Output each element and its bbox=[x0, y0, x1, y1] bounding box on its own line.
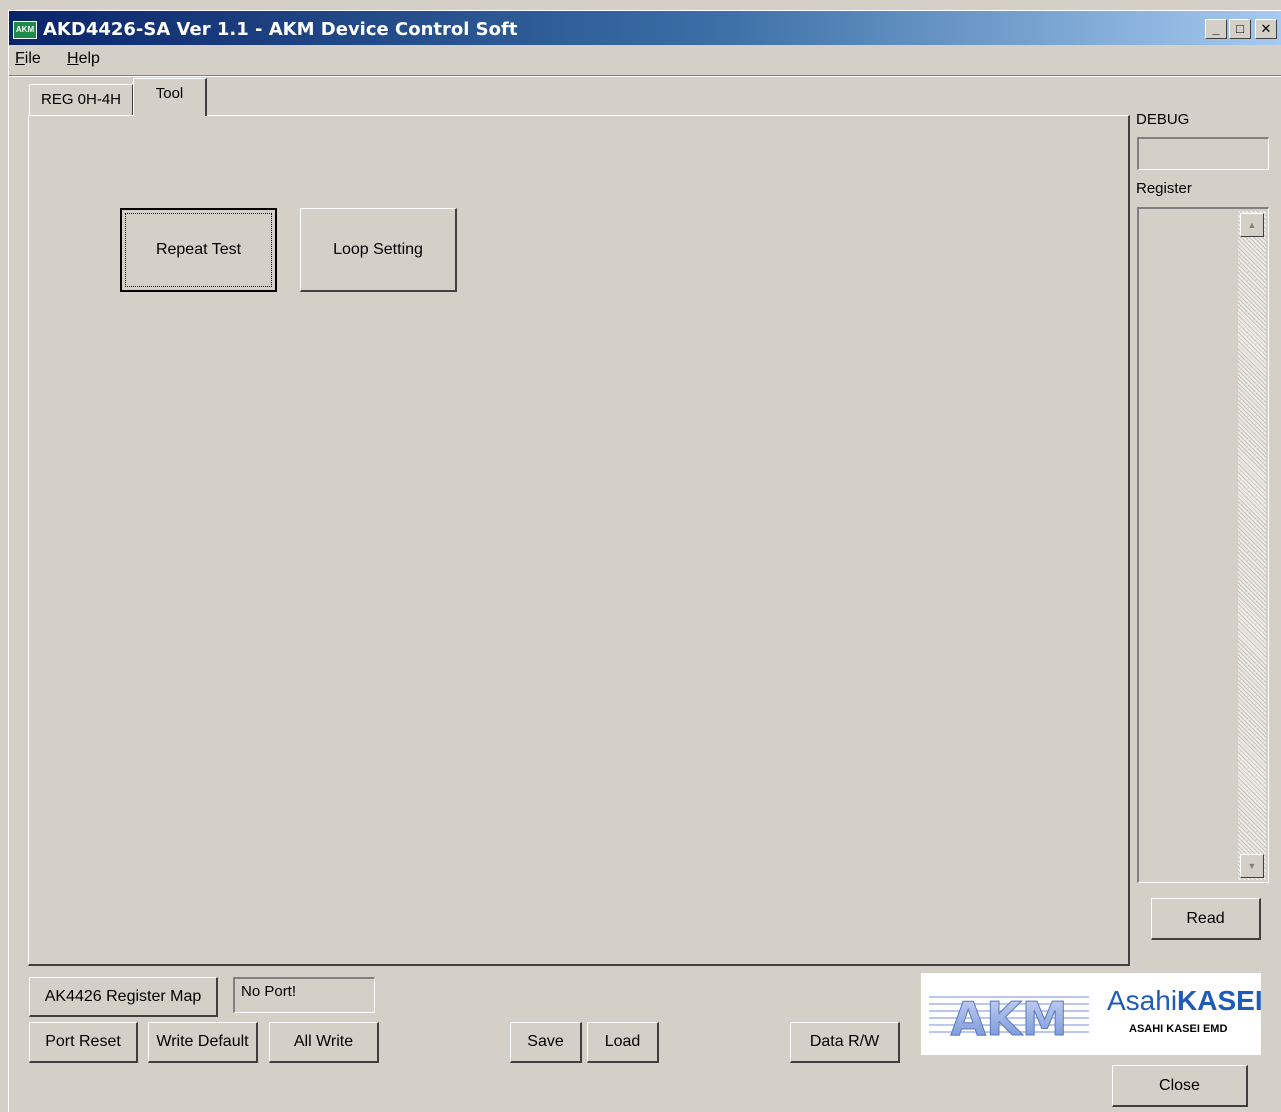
all-write-label: All Write bbox=[293, 1033, 354, 1050]
menu-help[interactable]: Help bbox=[67, 50, 100, 68]
write-default-button[interactable]: Write Default bbox=[148, 1022, 258, 1063]
port-status-text: No Port! bbox=[241, 983, 297, 1000]
asahi-kasei-logo: AKM AsahiKASEI ASAHI KASEI EMD bbox=[921, 973, 1263, 1055]
port-status-field: No Port! bbox=[233, 977, 375, 1013]
menu-file[interactable]: File bbox=[15, 50, 41, 68]
debug-field[interactable] bbox=[1137, 137, 1269, 170]
loop-setting-label: Loop Setting bbox=[333, 240, 423, 258]
register-label: Register bbox=[1136, 180, 1192, 197]
data-rw-button[interactable]: Data R/W bbox=[790, 1022, 900, 1063]
register-map-button[interactable]: AK4426 Register Map bbox=[29, 977, 218, 1017]
load-label: Load bbox=[604, 1033, 641, 1050]
menu-file-accel: F bbox=[15, 50, 25, 67]
scroll-down-icon[interactable]: ▼ bbox=[1240, 854, 1264, 878]
register-scrollbar[interactable]: ▲ ▼ bbox=[1238, 211, 1266, 880]
data-rw-label: Data R/W bbox=[809, 1033, 880, 1050]
close-window-button[interactable]: ✕ bbox=[1255, 19, 1277, 39]
register-listbox[interactable]: ▲ ▼ bbox=[1137, 207, 1269, 883]
repeat-test-button[interactable]: Repeat Test bbox=[120, 208, 277, 292]
tool-tab-panel: Repeat Test Loop Setting bbox=[28, 115, 1130, 966]
window-title: AKD4426-SA Ver 1.1 - AKM Device Control … bbox=[43, 19, 518, 40]
close-label: Close bbox=[1159, 1076, 1200, 1094]
app-window: AKM AKD4426-SA Ver 1.1 - AKM Device Cont… bbox=[8, 10, 1281, 1112]
menu-file-label: ile bbox=[24, 50, 41, 67]
scroll-up-icon[interactable]: ▲ bbox=[1240, 213, 1264, 237]
menu-divider bbox=[9, 75, 1281, 77]
menu-help-label: elp bbox=[78, 50, 100, 67]
port-reset-label: Port Reset bbox=[45, 1033, 121, 1050]
read-button[interactable]: Read bbox=[1151, 898, 1261, 940]
save-label: Save bbox=[527, 1033, 564, 1050]
menu-help-accel: H bbox=[67, 50, 79, 67]
title-bar[interactable]: AKM AKD4426-SA Ver 1.1 - AKM Device Cont… bbox=[9, 11, 1281, 45]
all-write-button[interactable]: All Write bbox=[269, 1022, 379, 1063]
tab-tool-label: Tool bbox=[155, 85, 184, 102]
maximize-button[interactable]: □ bbox=[1229, 19, 1251, 39]
read-label: Read bbox=[1186, 909, 1225, 927]
port-reset-button[interactable]: Port Reset bbox=[29, 1022, 138, 1063]
tab-reg-0h-4h[interactable]: REG 0H-4H bbox=[29, 84, 133, 116]
load-button[interactable]: Load bbox=[587, 1022, 659, 1063]
focus-rect bbox=[125, 213, 272, 287]
write-default-label: Write Default bbox=[156, 1033, 249, 1050]
minimize-button[interactable]: _ bbox=[1205, 19, 1227, 39]
debug-label: DEBUG bbox=[1136, 111, 1190, 128]
akm-logo-icon: AKM bbox=[929, 992, 1089, 1047]
menu-bar: File Help bbox=[9, 45, 1281, 75]
asahi-bold: KASEI bbox=[1177, 985, 1263, 1016]
tab-reg-label: REG 0H-4H bbox=[40, 91, 122, 108]
asahi-kasei-wordmark: AsahiKASEI bbox=[1107, 985, 1263, 1017]
app-icon: AKM bbox=[13, 21, 37, 39]
loop-setting-button[interactable]: Loop Setting bbox=[300, 208, 457, 292]
akm-logo-text: AKM bbox=[950, 992, 1067, 1046]
tab-tool[interactable]: Tool bbox=[133, 78, 207, 116]
save-button[interactable]: Save bbox=[510, 1022, 582, 1063]
asahi-light: Asahi bbox=[1107, 985, 1178, 1016]
close-button[interactable]: Close bbox=[1112, 1065, 1248, 1107]
asahi-kasei-emd: ASAHI KASEI EMD bbox=[1129, 1023, 1228, 1035]
register-map-label: AK4426 Register Map bbox=[44, 987, 202, 1005]
